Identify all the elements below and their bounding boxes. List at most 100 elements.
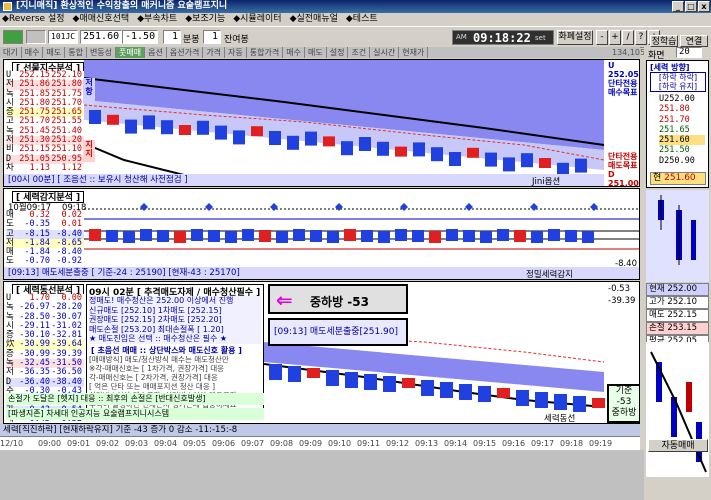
tab[interactable]: 풋매매	[116, 47, 146, 58]
close-button[interactable]: x	[698, 1, 710, 12]
candle	[161, 120, 173, 135]
force-bar	[106, 230, 118, 242]
arrow-left-icon: ⇐	[276, 288, 293, 312]
level-item: U252.00	[659, 94, 695, 104]
tab[interactable]: 매도	[43, 47, 66, 58]
connect-button[interactable]: 연결	[680, 35, 708, 47]
candle	[197, 120, 209, 135]
candle	[179, 125, 191, 135]
status-indicator	[3, 30, 23, 44]
tab[interactable]: 옵션	[145, 47, 167, 58]
toolbar-small-button[interactable]: ?	[635, 30, 647, 45]
tab[interactable]: 실시간	[370, 47, 400, 58]
toolbar-small-button[interactable]: -	[596, 30, 608, 45]
tab[interactable]: 옵션가격	[167, 47, 204, 58]
auto-trade-button[interactable]: 자동매매	[648, 439, 708, 452]
time-tick: 09:19	[589, 439, 613, 448]
maximize-button[interactable]: □	[685, 1, 697, 12]
tab[interactable]: 현재가	[399, 47, 429, 58]
tab[interactable]: 변동성	[87, 47, 117, 58]
time-tick: 09:09	[299, 439, 323, 448]
menu-item[interactable]: ◆부속차트	[137, 14, 177, 24]
tab[interactable]: 가격	[203, 47, 226, 58]
summary-row: 매도 252.15	[646, 309, 709, 322]
zoom-input[interactable]: 20	[676, 47, 702, 58]
tab-row: 대기 매수 매도 통합 변동성 풋매매 옵션 옵션가격 가격 자동 통합가격 매수 매도 설정 조건 실시간 현…	[0, 47, 640, 58]
force-bar	[446, 229, 458, 241]
force-bar	[327, 231, 339, 243]
candle	[516, 390, 529, 406]
tab[interactable]: 설정	[327, 47, 349, 58]
info-line: 신규매도 [252.10] 1차매도 [252.15]	[89, 305, 222, 315]
system-msg: [파생지존] 차세대 인공지능 요술램프지니시스템	[6, 408, 264, 420]
menu-item[interactable]: ◆Reverse 설정	[2, 14, 65, 24]
tab[interactable]: 조건	[348, 47, 371, 58]
direction-box: ⇐ 중하방 -53	[268, 284, 408, 314]
time-tick: 09:15	[473, 439, 497, 448]
level-item: 251.80	[659, 104, 690, 115]
candle	[345, 372, 358, 388]
signal-marker	[465, 203, 473, 211]
candle	[535, 392, 548, 408]
tab[interactable]: 매도	[305, 47, 327, 58]
jini-option-label: Jini옵션	[532, 177, 561, 187]
stop-loss-msg: 손절가 도달은 [헷지] 대응 :: 최후의 손절은 [반대신호발생]	[6, 393, 264, 405]
candle	[554, 394, 567, 410]
status-bar: 세력[직진하락] [현재하락유지] 기준 -43 증가 0 감소 -11:-15…	[0, 424, 640, 436]
level-item: 251.65	[659, 124, 690, 135]
menu-item[interactable]: ◆테스트	[346, 14, 378, 24]
tab[interactable]: 통합가격	[247, 47, 284, 58]
info-line: 권장매도 [252.15] 2차매도 [252.20]	[89, 315, 222, 324]
path-right-value-1: -0.53	[608, 284, 630, 294]
info-line: 매도손절 [253.20] 최대손절폭 [ 1.20]	[89, 324, 224, 334]
tab[interactable]: 자동	[225, 47, 247, 58]
tab[interactable]: 매수	[22, 47, 44, 58]
force-bar	[497, 229, 509, 241]
currency-setting-button[interactable]: 화폐설정	[557, 30, 593, 45]
menu-item[interactable]: ◆보조기능	[185, 14, 225, 24]
path-right-value-2: -39.39	[608, 296, 636, 306]
force-bar	[208, 230, 220, 242]
signal-marker	[400, 203, 408, 211]
time-tick: 09:11	[357, 439, 381, 448]
menu-item[interactable]: ◆실전매뉴얼	[290, 14, 338, 24]
force-bar	[242, 229, 254, 241]
grid-icon[interactable]	[26, 30, 46, 44]
table-row: 차 1.13 1.12	[6, 162, 84, 174]
toolbar-small-button[interactable]: /	[622, 30, 634, 45]
summary-row: 손절 253.15	[646, 322, 709, 335]
force-bar	[582, 231, 594, 243]
force-bar	[565, 230, 577, 242]
menu-item[interactable]: ◆매매신호선택	[73, 14, 130, 24]
tab[interactable]: 통합	[65, 47, 87, 58]
info-line: 정매도! 매수청산은 252.00 이상에서 진행	[89, 296, 234, 305]
code-input[interactable]: 101JC	[48, 30, 78, 44]
tab[interactable]: 매수	[283, 47, 305, 58]
direction-text: 중하방 -53	[310, 295, 369, 309]
menu-item[interactable]: ◆시뮬레이터	[233, 14, 281, 24]
candle	[107, 114, 119, 125]
force-bar	[225, 231, 237, 243]
resistance-label: 저항	[83, 78, 95, 104]
learn-button[interactable]: 정학습	[650, 35, 678, 47]
time-tick: 12/10	[0, 439, 24, 448]
period-input[interactable]: 1	[163, 30, 181, 44]
buy-target: U 252.05 단타전용 매수목표	[608, 61, 639, 97]
clock: AM 09:18:22 set	[452, 30, 554, 45]
time-tick: 09:08	[270, 439, 294, 448]
toolbar-small-button[interactable]: +	[609, 30, 621, 45]
time-tick: 09:14	[444, 439, 468, 448]
force-bar	[123, 231, 135, 243]
time-tick: 09:17	[531, 439, 555, 448]
force-bar	[89, 229, 101, 241]
sell-target: 단타전용 매도목표 D 251.00	[608, 152, 639, 187]
signal-marker	[205, 203, 213, 211]
count-input[interactable]: 1	[203, 30, 221, 44]
force-right-value: -8.40	[615, 259, 637, 269]
force-bar	[548, 229, 560, 241]
row-key: 차	[6, 162, 14, 173]
tab[interactable]: 대기	[0, 47, 22, 58]
time-tick: 09:07	[241, 439, 265, 448]
force-bar	[463, 230, 475, 242]
minimize-button[interactable]: _	[672, 1, 684, 12]
